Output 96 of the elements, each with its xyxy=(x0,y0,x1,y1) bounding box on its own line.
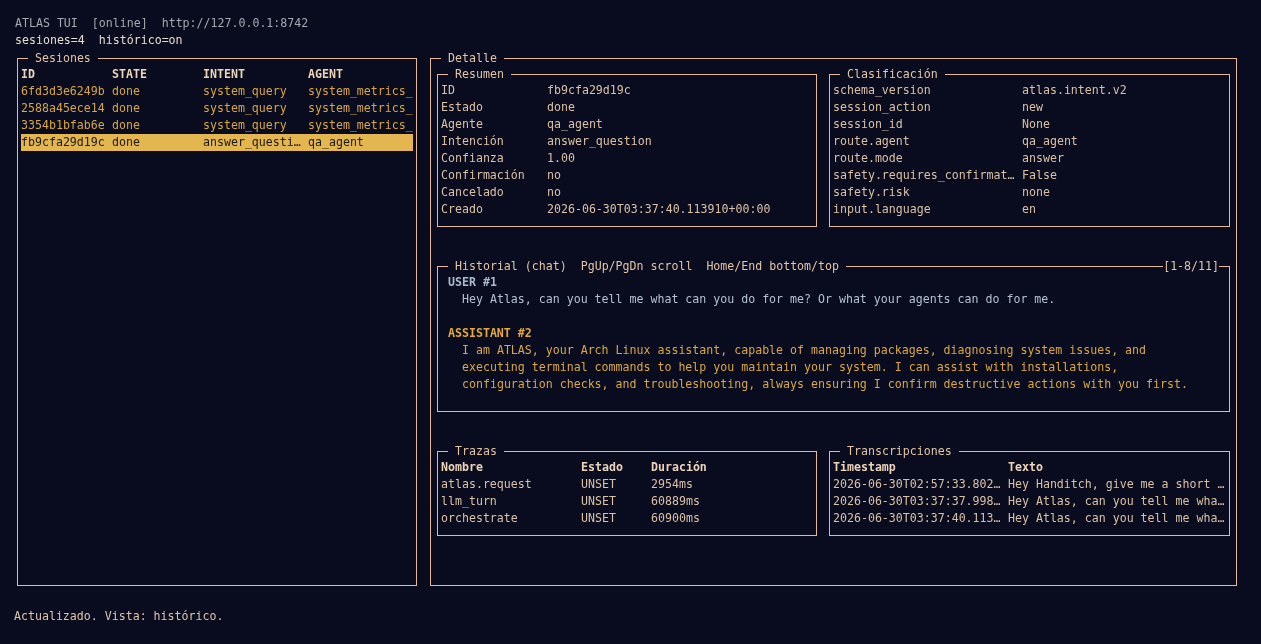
table-cell-text: 60889ms xyxy=(651,493,701,510)
message-author: USER #1 xyxy=(448,274,497,291)
field-label: session_id xyxy=(833,116,904,133)
session-row[interactable]: fb9cfa29d19c done answer_questi… qa_agent xyxy=(21,134,413,151)
field-value: 2026-06-30T03:37:40.113910+00:00 xyxy=(547,201,771,218)
table-cell-text: 60900ms xyxy=(651,510,701,527)
table-cell-text: UNSET xyxy=(581,493,617,510)
table-cell-text: UNSET xyxy=(581,510,617,527)
column-header: Estado xyxy=(581,459,624,476)
table-cell: system_metrics_ xyxy=(308,117,413,134)
column-header: Texto xyxy=(1008,459,1044,476)
column-header: STATE xyxy=(112,66,148,83)
field-label: Intención xyxy=(441,133,505,150)
field-label: safety.risk xyxy=(833,184,911,201)
field-label: ID xyxy=(441,82,456,99)
table-cell-text: 2588a45ece14 xyxy=(21,100,106,117)
column-header: ID xyxy=(21,66,36,83)
table-cell: system_metrics_ xyxy=(308,100,413,117)
field-label: schema_version xyxy=(833,82,932,99)
field-label: Confianza xyxy=(441,150,505,167)
table-cell: Hey Atlas, can you tell me wha… xyxy=(1008,510,1226,527)
table-cell-text: llm_turn xyxy=(441,493,498,510)
session-row[interactable]: 6fd3d3e6249b done system_query system_metrics_ xyxy=(21,83,413,100)
message-author: ASSISTANT #2 xyxy=(448,325,532,342)
session-row[interactable]: 2588a45ece14 done system_query system_metrics_ xyxy=(21,100,413,117)
table-cell-text: 2954ms xyxy=(651,476,694,493)
column-header: AGENT xyxy=(308,66,344,83)
connection-status: [online] xyxy=(91,15,148,32)
panel-title: Clasificación xyxy=(846,66,939,82)
field-label: Creado xyxy=(441,201,484,218)
scroll-range: [1-8/11] xyxy=(1163,258,1219,274)
field-label: Estado xyxy=(441,99,484,116)
column-header: INTENT xyxy=(203,66,246,83)
table-cell-text: system_query xyxy=(203,100,288,117)
panel-title: Sesiones xyxy=(34,50,92,66)
table-cell-text: fb9cfa29d19c xyxy=(21,134,106,151)
field-value: done xyxy=(547,99,575,116)
field-value: qa_agent xyxy=(547,116,603,133)
field-label: Confirmación xyxy=(441,167,526,184)
app-title: ATLAS TUI xyxy=(15,15,78,32)
field-label: safety.requires_confirmat… xyxy=(833,167,1016,184)
table-cell-text: 2026-06-30T02:57:33.802… xyxy=(833,476,1002,493)
table-cell-text: done xyxy=(112,100,141,117)
key-hint: PgUp/PgDn scroll xyxy=(580,258,693,274)
table-cell-text: system_query xyxy=(203,117,288,134)
field-value: None xyxy=(1022,116,1050,133)
field-value: new xyxy=(1022,99,1043,116)
table-cell-text: 2026-06-30T03:37:37.998… xyxy=(833,493,1002,510)
table-cell-text: answer_questi… xyxy=(203,134,302,151)
table-cell-text: qa_agent xyxy=(308,134,365,151)
field-value: 1.00 xyxy=(547,150,575,167)
message-text: Hey Atlas, can you tell me what can you do for me? Or what your agents can do for me. xyxy=(462,291,1056,308)
table-cell-text: UNSET xyxy=(581,476,617,493)
status-message: Actualizado. Vista: histórico. xyxy=(14,609,224,623)
column-header: Timestamp xyxy=(833,459,897,476)
field-value: en xyxy=(1022,201,1036,218)
server-url: http://127.0.0.1:8742 xyxy=(161,15,309,32)
field-label: session_action xyxy=(833,99,932,116)
column-header: Duración xyxy=(651,459,708,476)
field-value: no xyxy=(547,167,561,184)
key-hint: Home/End bottom/top xyxy=(706,258,839,274)
column-header: Nombre xyxy=(441,459,484,476)
table-cell-text: 2026-06-30T03:37:40.113… xyxy=(833,510,1002,527)
table-cell-text: done xyxy=(112,83,141,100)
table-cell: system_metrics_ xyxy=(308,83,413,100)
field-value: fb9cfa29d19c xyxy=(547,82,631,99)
panel-title: Historial (chat) xyxy=(455,258,567,274)
field-label: route.mode xyxy=(833,150,904,167)
message-text: I am ATLAS, your Arch Linux assistant, capable of managing packages, diagnosing system issues, and executing terminal commands to help you maintain your system. I can assist with installations, configuration checks, and troubleshooting, always ensuring I confirm destructive actions with you first. xyxy=(462,342,1189,393)
table-cell-text: atlas.request xyxy=(441,476,533,493)
field-value: no xyxy=(547,184,561,201)
field-value: atlas.intent.v2 xyxy=(1022,82,1127,99)
panel-title: Detalle xyxy=(447,50,498,66)
panel-title: Trazas xyxy=(454,443,498,459)
table-cell-text: done xyxy=(112,134,141,151)
field-value: none xyxy=(1022,184,1050,201)
field-label: input.language xyxy=(833,201,932,218)
table-cell: Hey Atlas, can you tell me wha… xyxy=(1008,493,1226,510)
table-cell-text: system_query xyxy=(203,83,288,100)
table-cell-text: done xyxy=(112,117,141,134)
status-label: histórico=on xyxy=(98,32,183,49)
status-label: sesiones=4 xyxy=(15,32,85,49)
field-label: Cancelado xyxy=(441,184,505,201)
table-cell-text: 3354b1bfab6e xyxy=(21,117,106,134)
field-label: Agente xyxy=(441,116,484,133)
table-cell: Hey Handitch, give me a short … xyxy=(1008,476,1226,493)
field-value: answer xyxy=(1022,150,1064,167)
field-value: False xyxy=(1022,167,1057,184)
field-label: route.agent xyxy=(833,133,911,150)
field-value: qa_agent xyxy=(1022,133,1078,150)
panel-title: Transcripciones xyxy=(846,443,953,459)
table-cell-text: 6fd3d3e6249b xyxy=(21,83,106,100)
table-cell-text: orchestrate xyxy=(441,510,519,527)
field-value: answer_question xyxy=(547,133,652,150)
session-row[interactable]: 3354b1bfab6e done system_query system_metrics_ xyxy=(21,117,413,134)
panel-title: Resumen xyxy=(454,66,505,82)
